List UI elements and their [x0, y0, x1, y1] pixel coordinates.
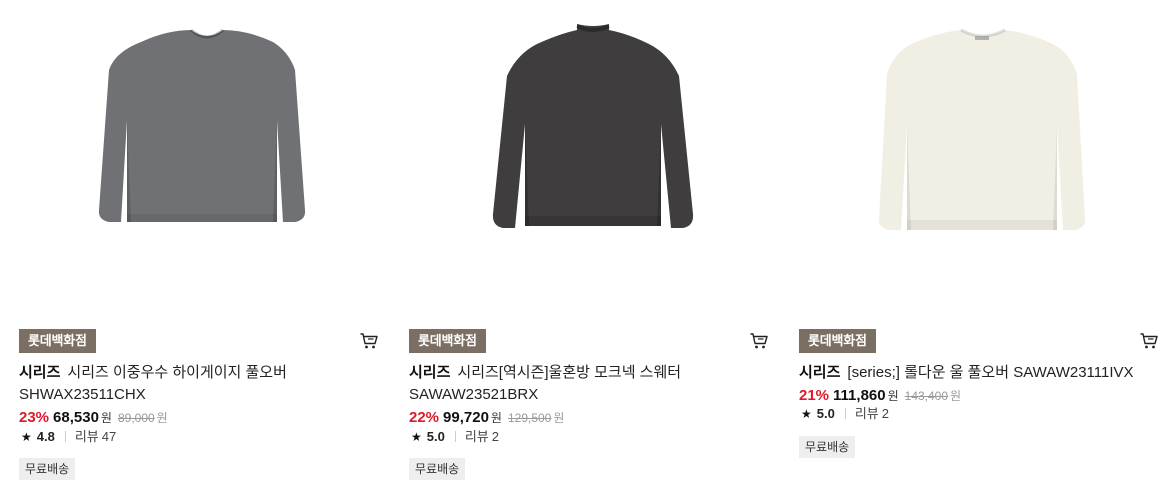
review-label: 리뷰 — [854, 406, 879, 421]
product-card[interactable]: 롯데백화점 시리즈 시리즈 이중우수 하이게이지 풀오버 SHWAX23511CH… — [19, 0, 379, 497]
original-price: 143,400 — [904, 389, 949, 403]
price-row: 22% 99,720 원 129,500 원 — [409, 408, 564, 428]
product-title[interactable]: 시리즈 시리즈[역시즌]울혼방 모크넥 스웨터 SAWAW23521BRX — [409, 362, 709, 406]
sweater-image — [98, 28, 306, 222]
cart-icon[interactable] — [359, 331, 379, 351]
sweater-image — [492, 24, 694, 228]
review-row: ★ 5.0 리뷰 2 — [801, 405, 889, 423]
sweater-body — [492, 24, 694, 228]
original-price: 129,500 — [507, 411, 552, 425]
original-price: 89,000 — [117, 411, 155, 425]
original-currency-label: 원 — [553, 411, 565, 425]
cart-icon[interactable] — [1139, 331, 1159, 351]
product-name[interactable]: [series;] 롤다운 울 풀오버 SAWAW23111IVX — [847, 364, 1133, 381]
brand-name: 시리즈 — [799, 364, 841, 381]
currency-label: 원 — [490, 411, 502, 425]
brand-name: 시리즈 — [19, 364, 61, 381]
review-row: ★ 5.0 리뷰 2 — [411, 428, 499, 446]
store-badge: 롯데백화점 — [19, 329, 96, 353]
divider — [844, 408, 846, 419]
cart-icon-svg — [750, 333, 768, 349]
star-icon: ★ — [21, 430, 32, 444]
rating-value: 5.0 — [816, 406, 835, 421]
review-label: 리뷰 — [74, 429, 99, 444]
brand-name: 시리즈 — [409, 364, 451, 381]
discount-rate: 22% — [409, 409, 440, 426]
discount-rate: 21% — [799, 387, 830, 404]
sale-price: 111,860 — [833, 387, 886, 404]
review-row: ★ 4.8 리뷰 47 — [21, 428, 116, 446]
cart-icon-svg — [360, 333, 378, 349]
currency-label: 원 — [100, 411, 112, 425]
divider — [64, 431, 66, 442]
divider — [454, 431, 456, 442]
product-title[interactable]: 시리즈 [series;] 롤다운 울 풀오버 SAWAW23111IVX — [799, 362, 1159, 384]
price-row: 23% 68,530 원 89,000 원 — [19, 408, 168, 428]
currency-label: 원 — [887, 389, 899, 403]
review-count: 2 — [491, 429, 499, 444]
product-image[interactable] — [799, 0, 1159, 300]
review-count: 47 — [101, 429, 117, 444]
rating-value: 4.8 — [36, 429, 55, 444]
product-title[interactable]: 시리즈 시리즈 이중우수 하이게이지 풀오버 SHWAX23511CHX — [19, 362, 319, 406]
original-currency-label: 원 — [950, 389, 962, 403]
free-shipping-badge: 무료배송 — [799, 436, 856, 458]
rating-value: 5.0 — [426, 429, 445, 444]
free-shipping-badge: 무료배송 — [19, 458, 76, 480]
cart-icon[interactable] — [749, 331, 769, 351]
cart-icon-svg — [1140, 333, 1158, 349]
star-icon: ★ — [411, 430, 422, 444]
original-currency-label: 원 — [156, 411, 168, 425]
product-grid: 롯데백화점 시리즈 시리즈 이중우수 하이게이지 풀오버 SHWAX23511CH… — [0, 0, 1168, 497]
sweater-image — [878, 28, 1086, 230]
sale-price: 99,720 — [443, 409, 489, 426]
store-badge: 롯데백화점 — [799, 329, 876, 353]
product-card[interactable]: 롯데백화점 시리즈 시리즈[역시즌]울혼방 모크넥 스웨터 SAWAW23521B… — [409, 0, 769, 497]
discount-rate: 23% — [19, 409, 50, 426]
product-image[interactable] — [409, 0, 769, 300]
review-count: 2 — [881, 406, 889, 421]
review-label: 리뷰 — [464, 429, 489, 444]
product-card[interactable]: 롯데백화점 시리즈 [series;] 롤다운 울 풀오버 SAWAW23111I… — [799, 0, 1159, 497]
free-shipping-badge: 무료배송 — [409, 458, 466, 480]
store-badge: 롯데백화점 — [409, 329, 486, 353]
sale-price: 68,530 — [53, 409, 99, 426]
product-image[interactable] — [19, 0, 379, 300]
star-icon: ★ — [801, 407, 812, 421]
price-row: 21% 111,860 원 143,400 원 — [799, 386, 961, 406]
